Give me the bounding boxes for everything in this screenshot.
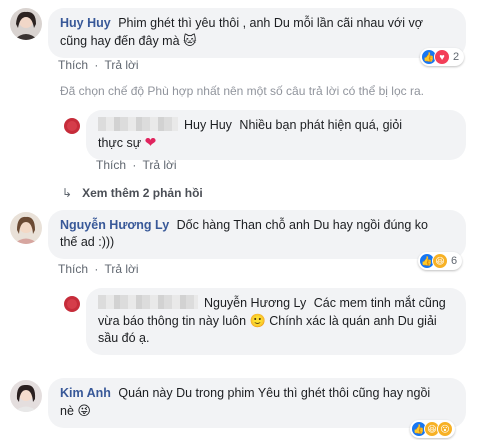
blurred-name [98, 117, 178, 131]
comment-text: nè [60, 404, 74, 418]
reaction-summary[interactable]: 👍 😆 😮 [410, 420, 455, 438]
mention-link[interactable]: Nguyễn Hương Ly [204, 296, 306, 310]
avatar-nguyen-huong-ly[interactable] [10, 212, 42, 244]
avatar-kim-anh[interactable] [10, 380, 42, 412]
haha-reaction-icon: 😆 [432, 253, 448, 269]
love-reaction-icon: ♥ [434, 49, 450, 65]
avatar-huy-huy[interactable] [10, 8, 42, 40]
blurred-name [98, 295, 198, 309]
view-more-replies[interactable]: ↳ Xem thêm 2 phản hồi [62, 186, 203, 200]
mention-link[interactable]: Huy Huy [184, 118, 232, 132]
reply-text: Các mem tinh mắt cũng [313, 296, 446, 310]
reply-text: Nhiều bạn phát hiện quá, giỏi [239, 118, 403, 132]
comment-actions: Thích · Trả lời [58, 262, 139, 276]
comment-bubble-huy-huy: Huy Huy Phim ghét thì yêu thôi , anh Du … [48, 8, 466, 58]
comment-text: Phim ghét thì yêu thôi , anh Du mỗi lần … [118, 16, 423, 30]
comment-text: cũng hay đến đây mà [60, 34, 180, 48]
wow-reaction-icon: 😮 [437, 421, 453, 437]
reply-actions: Thích · Trả lời [96, 158, 177, 172]
reply-link[interactable]: Trả lời [104, 262, 138, 276]
like-link[interactable]: Thích [96, 158, 126, 172]
smile-emoji-icon: 🙂 [249, 313, 266, 328]
reply-text: vừa báo thông tin này luôn [98, 314, 247, 328]
avatar-page-reply[interactable] [62, 116, 82, 136]
separator: · [94, 58, 99, 72]
reply-link[interactable]: Trả lời [142, 158, 176, 172]
comment-author[interactable]: Kim Anh [60, 386, 111, 400]
reply-bubble: Nguyễn Hương Ly Các mem tinh mắt cũng vừ… [86, 288, 466, 355]
separator: · [94, 262, 99, 276]
separator: · [132, 158, 137, 172]
reply-text: Chính xác là quán anh Du giải [269, 314, 437, 328]
comment-author[interactable]: Nguyễn Hương Ly [60, 218, 169, 232]
comment-text: Quán này Du trong phim Yêu thì ghét thôi… [118, 386, 431, 400]
reply-text: sầu đó ạ. [98, 331, 150, 345]
reaction-count: 2 [453, 51, 460, 63]
reply-arrow-icon: ↳ [62, 186, 73, 200]
filter-notice: Đã chọn chế độ Phù hợp nhất nên một số c… [60, 84, 424, 98]
avatar-page-reply[interactable] [62, 294, 82, 314]
view-more-label[interactable]: Xem thêm 2 phản hồi [82, 186, 203, 200]
reaction-summary[interactable]: 👍 ♥ 2 [420, 48, 465, 66]
winking-tongue-emoji-icon: 😜 [77, 403, 91, 418]
heart-emoji-icon: ❤ [144, 134, 157, 150]
comment-text: thế ad :))) [60, 235, 115, 249]
comment-bubble-nguyen-huong-ly: Nguyễn Hương Ly Dốc hàng Than chỗ anh Du… [48, 210, 466, 259]
like-link[interactable]: Thích [58, 58, 88, 72]
reaction-summary[interactable]: 👍 😆 6 [418, 252, 463, 270]
reply-bubble: Huy Huy Nhiều bạn phát hiện quá, giỏi th… [86, 110, 466, 160]
reply-text: thực sự [98, 136, 142, 150]
cat-emoji-icon: 🐱 [183, 33, 197, 48]
like-link[interactable]: Thích [58, 262, 88, 276]
comment-author[interactable]: Huy Huy [60, 16, 111, 30]
reaction-count: 6 [451, 255, 458, 267]
comment-actions: Thích · Trả lời [58, 58, 139, 72]
comment-bubble-kim-anh: Kim Anh Quán này Du trong phim Yêu thì g… [48, 378, 466, 428]
reply-link[interactable]: Trả lời [104, 58, 138, 72]
comment-text: Dốc hàng Than chỗ anh Du hay ngồi đúng k… [176, 218, 428, 232]
